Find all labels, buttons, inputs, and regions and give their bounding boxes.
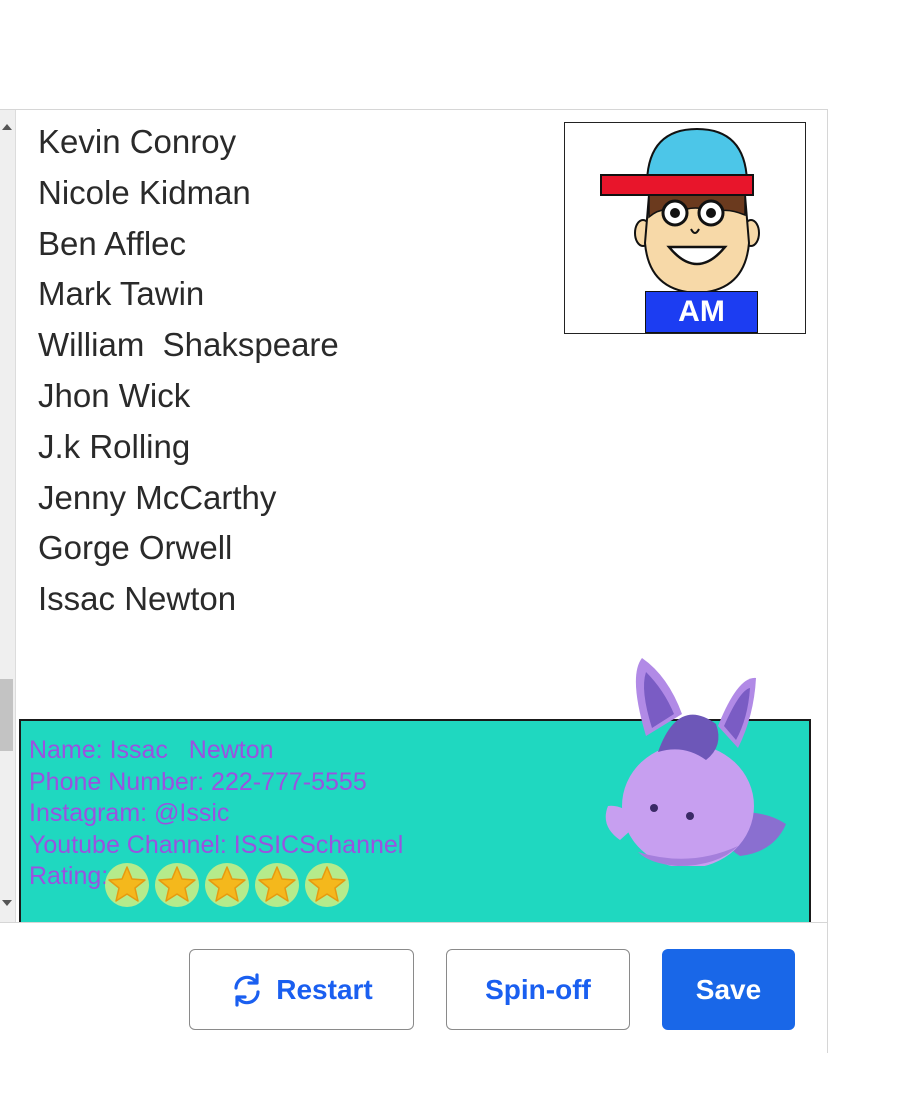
star-icon xyxy=(102,859,152,909)
star-icon xyxy=(302,859,352,909)
list-item: Ben Afflec xyxy=(38,224,187,262)
list-item: Kevin Conroy xyxy=(38,123,237,160)
scroll-down-arrow-icon[interactable] xyxy=(2,900,12,906)
list-item: Nicole Kidman xyxy=(38,173,251,211)
vertical-scrollbar[interactable] xyxy=(0,110,16,922)
rating-stars xyxy=(102,859,352,909)
list-item: William Shakspeare xyxy=(38,326,339,364)
star-icon xyxy=(252,859,302,909)
list-item: Mark Tawin xyxy=(38,275,205,313)
list-item: Jhon Wick xyxy=(38,376,191,414)
restart-label: Restart xyxy=(276,973,373,1005)
list-item: J.k Rolling xyxy=(38,427,191,465)
restart-button[interactable]: Restart xyxy=(189,949,414,1030)
star-icon xyxy=(202,859,252,909)
preview-frame: Kevin Conroy Nicole Kidman Ben Afflec Ma… xyxy=(0,109,828,1053)
spin-off-button[interactable]: Spin-off xyxy=(446,949,630,1030)
list-item: Gorge Orwell xyxy=(38,529,233,567)
card-youtube: Youtube Channel: ISSICSchannel xyxy=(29,830,404,859)
action-bar: Restart Spin-off Save xyxy=(0,922,827,1053)
rating-label: Rating: xyxy=(29,862,109,890)
card-name: Name: Issac Newton xyxy=(29,736,274,764)
avatar-badge: AM xyxy=(645,291,758,333)
star-icon xyxy=(152,859,202,909)
save-button[interactable]: Save xyxy=(662,949,795,1030)
card-rating-row: Rating: xyxy=(29,861,403,909)
list-item: Issac Newton xyxy=(38,580,237,618)
card-instagram: Instagram: @Issic xyxy=(29,799,230,827)
purple-creature-icon xyxy=(605,658,786,866)
refresh-icon xyxy=(234,972,260,1007)
save-label: Save xyxy=(695,973,762,1005)
scroll-up-arrow-icon[interactable] xyxy=(2,124,12,130)
spin-off-label: Spin-off xyxy=(485,973,591,1005)
list-item: Jenny McCarthy xyxy=(38,478,277,516)
name-list: Kevin Conroy Nicole Kidman Ben Afflec Ma… xyxy=(38,117,339,625)
card-phone: Phone Number: 222-777-5555 xyxy=(29,767,367,796)
scrollbar-thumb[interactable] xyxy=(0,679,13,751)
avatar: AM xyxy=(564,122,806,334)
